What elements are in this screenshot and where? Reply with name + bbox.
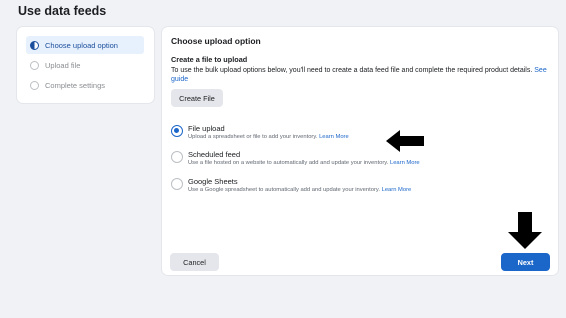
option-desc-text: Upload a spreadsheet or file to add your…	[188, 134, 318, 140]
radio-file-upload[interactable]	[171, 125, 183, 137]
steps-panel: Choose upload option Upload file Complet…	[17, 27, 154, 103]
empty-circle-icon	[30, 80, 39, 90]
next-button[interactable]: Next	[501, 253, 550, 271]
step-complete-settings: Complete settings	[26, 76, 144, 94]
option-desc-text: Use a file hosted on a website to automa…	[188, 160, 389, 166]
empty-circle-icon	[30, 60, 39, 70]
create-file-button[interactable]: Create File	[171, 89, 223, 107]
radio-scheduled-feed[interactable]	[171, 151, 183, 163]
radio-google-sheets[interactable]	[171, 178, 183, 190]
create-file-description: To use the bulk upload options below, yo…	[171, 66, 551, 84]
section-title: Choose upload option	[171, 36, 261, 46]
option-description: Use a file hosted on a website to automa…	[188, 160, 420, 166]
left-arrow-icon	[386, 130, 424, 152]
learn-more-link[interactable]: Learn More	[319, 134, 349, 140]
option-label: File upload	[188, 124, 225, 133]
step-label: Upload file	[45, 60, 81, 70]
step-choose-upload-option[interactable]: Choose upload option	[26, 36, 144, 54]
cancel-button[interactable]: Cancel	[170, 253, 219, 271]
down-arrow-icon	[508, 212, 542, 249]
option-scheduled-feed[interactable]: Scheduled feed Use a file hosted on a we…	[171, 150, 471, 170]
learn-more-link[interactable]: Learn More	[390, 160, 420, 166]
create-file-desc-text: To use the bulk upload options below, yo…	[171, 67, 533, 74]
create-file-title: Create a file to upload	[171, 55, 248, 64]
option-description: Upload a spreadsheet or file to add your…	[188, 134, 349, 140]
step-label: Choose upload option	[45, 40, 118, 50]
option-google-sheets[interactable]: Google Sheets Use a Google spreadsheet t…	[171, 177, 471, 197]
upload-options-card: Choose upload option Create a file to up…	[162, 27, 558, 275]
option-file-upload[interactable]: File upload Upload a spreadsheet or file…	[171, 124, 471, 144]
step-label: Complete settings	[45, 80, 106, 90]
option-label: Scheduled feed	[188, 150, 241, 159]
step-upload-file: Upload file	[26, 56, 144, 74]
learn-more-link[interactable]: Learn More	[382, 187, 412, 193]
page-title: Use data feeds	[18, 4, 107, 18]
option-description: Use a Google spreadsheet to automaticall…	[188, 187, 411, 193]
option-desc-text: Use a Google spreadsheet to automaticall…	[188, 187, 380, 193]
option-label: Google Sheets	[188, 177, 238, 186]
half-filled-circle-icon	[30, 40, 39, 50]
